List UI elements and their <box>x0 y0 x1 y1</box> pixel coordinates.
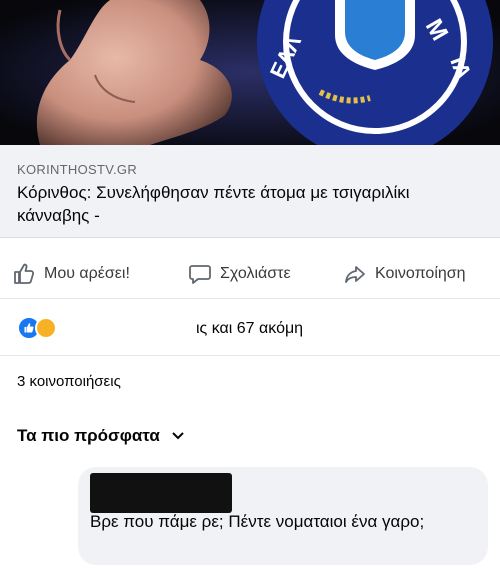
comment-text: Βρε που πάμε ρε; Πέντε νοματαιοι ένα γαρ… <box>90 512 425 531</box>
thumbs-up-icon <box>14 263 35 284</box>
share-count[interactable]: 3 κοινοποιήσεις <box>17 373 121 390</box>
link-preview-image[interactable]: ΕΛΛ ΙΑ M <box>0 0 500 145</box>
share-label: Κοινοποίηση <box>375 265 466 282</box>
haha-reaction-icon <box>35 317 57 339</box>
redacted-author-name <box>90 473 232 513</box>
comment-icon <box>189 265 211 284</box>
comment-label: Σχολιάστε <box>220 265 291 282</box>
comment-sort-dropdown[interactable]: Τα πιο πρόσφατα <box>17 426 184 446</box>
share-button[interactable]: Κοινοποίηση <box>343 260 466 288</box>
like-button[interactable]: Μου αρέσει! <box>12 260 130 288</box>
share-icon <box>345 266 365 283</box>
divider <box>0 355 500 356</box>
divider <box>0 298 500 299</box>
link-title[interactable]: Κόρινθος: Συνελήφθησαν πέντε άτομα με τσ… <box>17 181 477 227</box>
reaction-summary[interactable]: ις και 67 ακόμη <box>196 320 303 338</box>
chevron-down-icon <box>172 432 184 440</box>
link-domain: KORINTHOSTV.GR <box>17 162 138 177</box>
action-bar: Μου αρέσει! Σχολιάστε Κοινοποίηση <box>0 252 500 296</box>
comment-button[interactable]: Σχολιάστε <box>188 260 291 288</box>
comment-bubble[interactable]: Βρε που πάμε ρε; Πέντε νοματαιοι ένα γαρ… <box>78 467 488 565</box>
reaction-icons[interactable] <box>17 316 57 340</box>
like-label: Μου αρέσει! <box>44 265 130 282</box>
preview-illustration: ΕΛΛ ΙΑ M <box>0 0 500 145</box>
sort-label: Τα πιο πρόσφατα <box>17 426 160 445</box>
